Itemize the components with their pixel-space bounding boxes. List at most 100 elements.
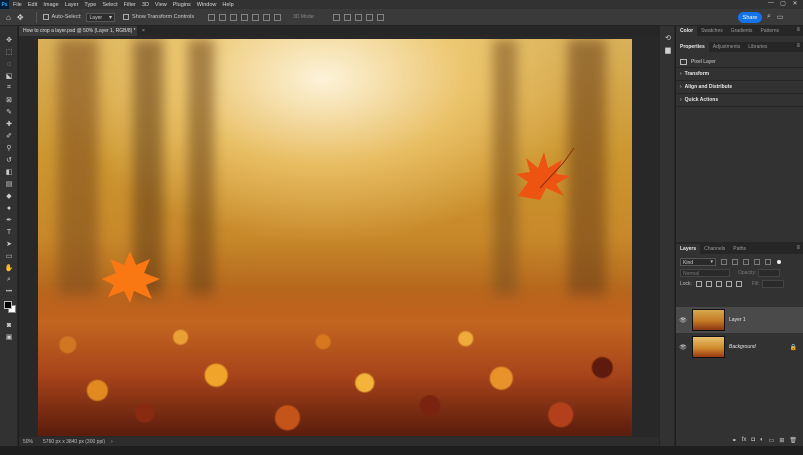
fill-field[interactable] <box>761 279 784 288</box>
menu-layer[interactable]: Layer <box>65 2 79 8</box>
menu-window[interactable]: Window <box>197 2 217 8</box>
canvas-area[interactable] <box>19 36 659 437</box>
lock-paint-icon[interactable] <box>705 280 712 287</box>
filter-shape-icon[interactable] <box>754 258 760 265</box>
menu-select[interactable]: Select <box>102 2 117 8</box>
section-quick-actions[interactable]: › Quick Actions <box>676 94 803 107</box>
share-button[interactable]: Share <box>738 12 762 23</box>
fx-icon[interactable]: fx <box>742 437 747 443</box>
3d-pan-icon[interactable] <box>354 13 362 21</box>
align-vcenter-icon[interactable] <box>252 13 260 21</box>
panel-menu-icon[interactable]: ≡ <box>793 42 803 52</box>
panel-menu-icon[interactable]: ≡ <box>793 26 803 36</box>
3d-scale-icon[interactable] <box>376 13 384 21</box>
folder-icon[interactable]: ▭ <box>769 437 775 444</box>
align-bottom-icon[interactable] <box>263 13 271 21</box>
visibility-eye-icon[interactable]: 👁 <box>678 317 688 324</box>
marquee-tool-icon[interactable]: ⬚ <box>4 47 14 57</box>
menu-edit[interactable]: Edit <box>28 2 37 8</box>
home-icon[interactable]: ⌂ <box>6 13 11 22</box>
tab-adjustments[interactable]: Adjustments <box>709 42 745 52</box>
opacity-field[interactable] <box>758 268 781 277</box>
quick-mask-icon[interactable]: ◙ <box>4 320 14 330</box>
crop-tool-icon[interactable]: ⌗ <box>4 83 14 93</box>
dodge-tool-icon[interactable]: ● <box>4 203 14 213</box>
frame-tool-icon[interactable]: ⊠ <box>4 95 14 105</box>
maximize-button[interactable]: ▢ <box>777 0 789 7</box>
move-tool-icon[interactable]: ✥ <box>4 35 14 45</box>
filter-type-icon[interactable] <box>743 258 749 265</box>
menu-type[interactable]: Type <box>84 2 96 8</box>
menu-plugins[interactable]: Plugins <box>173 2 191 8</box>
search-icon[interactable]: ⌕ <box>767 13 771 21</box>
type-tool-icon[interactable]: T <box>4 227 14 237</box>
document-tab[interactable]: How to crop a layer.psd @ 50% (Layer 1, … <box>19 26 145 36</box>
comments-panel-icon[interactable]: ▆ <box>664 46 672 54</box>
blend-mode-dropdown[interactable]: Normal <box>680 268 730 277</box>
history-panel-icon[interactable]: ⟲ <box>664 34 672 42</box>
menu-file[interactable]: File <box>13 2 22 8</box>
tab-properties[interactable]: Properties <box>676 42 709 52</box>
lock-pixels-icon[interactable] <box>695 280 702 287</box>
hand-tool-icon[interactable]: ✋ <box>4 263 14 273</box>
pen-tool-icon[interactable]: ✒ <box>4 215 14 225</box>
screen-mode-icon[interactable]: ▣ <box>4 332 14 342</box>
filter-smart-object-icon[interactable] <box>765 258 771 265</box>
align-right-icon[interactable] <box>230 13 238 21</box>
section-transform[interactable]: › Transform <box>676 68 803 81</box>
path-select-tool-icon[interactable]: ➤ <box>4 239 14 249</box>
tab-gradients[interactable]: Gradients <box>727 26 757 36</box>
link-icon[interactable]: ⚭ <box>732 437 737 444</box>
zoom-tool-icon[interactable]: ⌕ <box>4 275 14 285</box>
align-left-icon[interactable] <box>208 13 216 21</box>
tab-channels[interactable]: Channels <box>700 244 729 254</box>
foreground-color-swatch[interactable] <box>4 301 12 309</box>
healing-brush-tool-icon[interactable]: ✚ <box>4 119 14 129</box>
tab-layers[interactable]: Layers <box>676 244 701 254</box>
blur-tool-icon[interactable]: ◆ <box>4 191 14 201</box>
3d-roll-icon[interactable] <box>343 13 351 21</box>
menu-3d[interactable]: 3D <box>142 2 149 8</box>
object-select-tool-icon[interactable]: ⬕ <box>4 71 14 81</box>
status-menu-arrow[interactable]: › <box>111 439 113 445</box>
auto-select-checkbox[interactable] <box>42 14 49 20</box>
menu-view[interactable]: View <box>155 2 167 8</box>
move-tool-icon[interactable]: ✥ <box>17 13 24 22</box>
more-tools-icon[interactable]: ••• <box>4 287 14 297</box>
panel-menu-icon[interactable]: ≡ <box>793 244 803 254</box>
lock-artboard-icon[interactable] <box>725 280 732 287</box>
close-tab-icon[interactable]: × <box>142 28 145 34</box>
filter-pixel-icon[interactable] <box>721 258 727 265</box>
rectangle-tool-icon[interactable]: ▭ <box>4 251 14 261</box>
workspace-icon[interactable]: ▭ <box>777 13 784 21</box>
tab-swatches[interactable]: Swatches <box>697 26 727 36</box>
section-align[interactable]: › Align and Distribute <box>676 81 803 94</box>
distribute-icon[interactable] <box>274 13 282 21</box>
show-transform-checkbox[interactable] <box>123 14 130 20</box>
filter-adjustment-icon[interactable] <box>732 258 738 265</box>
clone-stamp-tool-icon[interactable]: ⚲ <box>4 143 14 153</box>
menu-image[interactable]: Image <box>43 2 58 8</box>
align-top-icon[interactable] <box>241 13 249 21</box>
gradient-tool-icon[interactable]: ▤ <box>4 179 14 189</box>
filter-toggle-icon[interactable] <box>777 259 781 264</box>
eraser-tool-icon[interactable]: ◧ <box>4 167 14 177</box>
menu-help[interactable]: Help <box>222 2 233 8</box>
mask-icon[interactable]: ◘ <box>751 437 755 443</box>
align-hcenter-icon[interactable] <box>219 13 227 21</box>
adjustment-icon[interactable]: ◐ <box>760 437 764 443</box>
3d-slide-icon[interactable] <box>365 13 373 21</box>
lock-all-icon[interactable] <box>735 280 742 287</box>
visibility-eye-icon[interactable]: 👁 <box>678 344 688 351</box>
lock-position-icon[interactable] <box>715 280 722 287</box>
tab-color[interactable]: Color <box>676 26 698 36</box>
trash-icon[interactable]: 🗑 <box>789 437 797 444</box>
minimize-button[interactable]: — <box>765 0 777 7</box>
auto-select-target-dropdown[interactable]: Layer <box>85 12 116 22</box>
layer-row-background[interactable]: 👁 Background 🔒 <box>676 334 803 360</box>
lasso-tool-icon[interactable]: ◌ <box>4 59 14 69</box>
new-layer-icon[interactable]: ⊞ <box>779 437 784 444</box>
tab-patterns[interactable]: Patterns <box>756 26 783 36</box>
layer-row-layer-1[interactable]: 👁 Layer 1 <box>676 307 803 333</box>
history-brush-tool-icon[interactable]: ↺ <box>4 155 14 165</box>
